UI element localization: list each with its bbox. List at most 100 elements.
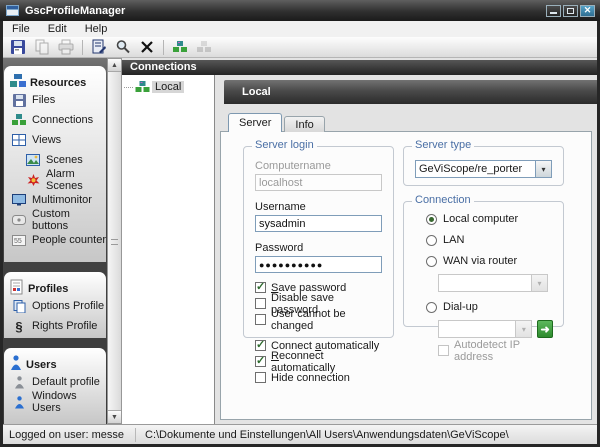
sidebar-item-alarm-scenes[interactable]: Alarm Scenes [4,170,106,190]
sidebar-item-label: Windows Users [32,390,106,414]
radio-button[interactable] [426,214,437,225]
username-field[interactable] [255,215,382,232]
search-icon [115,39,131,55]
wan-router-value [439,275,531,291]
sidebar-item-windows-users[interactable]: Windows Users [4,392,106,412]
checkbox-box[interactable] [255,314,266,325]
server-type-dropdown[interactable]: GeViScope/re_porter [415,160,552,178]
detail-panel: Local Server Info Server login Computern… [216,75,597,424]
password-label: Password [255,242,382,254]
computername-label: Computername [255,160,382,172]
sidebar-item-label: Multimonitor [32,194,92,206]
radio-dial-up[interactable]: Dial-up [426,301,553,313]
profiles-section-header[interactable]: Profiles [4,272,106,296]
checkbox-box[interactable] [255,340,266,351]
toolbar-separator [163,40,164,55]
options-profile-icon [11,299,27,313]
sidebar-item-default-profile[interactable]: Default profile [4,372,106,392]
menu-edit[interactable]: Edit [39,21,76,37]
search-button[interactable] [111,38,135,57]
sidebar-item-people-counter[interactable]: 55 People counter [4,230,106,250]
wan-router-dropdown[interactable] [438,274,548,292]
radio-wan-via-router[interactable]: WAN via router [426,255,553,267]
copy-button[interactable] [30,38,54,57]
sidebar-item-label: People counter [32,234,106,246]
dial-up-value [439,321,515,337]
tree-item-local[interactable]: Local [122,81,214,93]
computername-field[interactable] [255,174,382,191]
people-counter-icon: 55 [11,233,27,247]
connect-button[interactable] [168,38,192,57]
connection-node-icon [135,81,150,93]
radio-local-computer[interactable]: Local computer [426,213,553,225]
radio-button[interactable] [426,256,437,267]
print-button[interactable] [54,38,78,57]
maximize-button[interactable] [563,5,578,17]
go-arrow-button[interactable] [537,320,553,338]
checkbox-box[interactable] [255,372,266,383]
save-button[interactable] [6,38,30,57]
server-tab-content: Server login Computername Username Passw… [220,131,592,420]
username-label: Username [255,201,382,213]
dial-up-dropdown[interactable] [438,320,532,338]
print-icon [58,39,74,55]
checkbox-box[interactable] [438,345,449,356]
password-field[interactable] [255,256,382,273]
server-type-value: GeViScope/re_porter [416,161,535,177]
checkbox-box[interactable] [255,356,266,367]
sidebar-item-label: Scenes [46,154,83,166]
checkbox-label: Autodetect IP address [454,339,553,363]
group-title: Server login [252,139,317,151]
section-title: Resources [30,77,86,89]
sidebar-item-connections[interactable]: Connections [4,110,106,130]
scroll-up-icon[interactable] [108,59,121,72]
checkbox-box[interactable] [255,282,266,293]
sidebar-section-users: Users Default profile Windows Users [4,348,106,424]
sidebar-item-multimonitor[interactable]: Multimonitor [4,190,106,210]
sidebar-item-views[interactable]: Views [4,130,106,150]
tree-item-label[interactable]: Local [152,81,184,93]
sidebar-item-files[interactable]: Files [4,90,106,110]
minimize-button[interactable] [546,5,561,17]
scroll-down-icon[interactable] [108,410,121,423]
resources-section-header[interactable]: Resources [4,66,106,90]
detail-header: Local [224,80,597,104]
users-section-header[interactable]: Users [4,348,106,372]
title-bar: GscProfileManager [0,0,600,21]
reconnect-automatically-checkbox[interactable]: Reconnect automatically [255,355,382,368]
menu-help[interactable]: Help [76,21,117,37]
radio-button[interactable] [426,235,437,246]
tab-info[interactable]: Info [284,116,324,132]
disconnect-icon [196,39,212,55]
disconnect-button[interactable] [192,38,216,57]
chevron-down-icon[interactable] [535,161,551,177]
rights-profile-icon: § [11,319,27,333]
user-cannot-be-changed-checkbox[interactable]: User cannot be changed [255,313,382,326]
menu-file[interactable]: File [3,21,39,37]
chevron-down-icon [515,321,531,337]
edit-button[interactable] [87,38,111,57]
main-content: Connections Local Local Server Info Serv… [122,58,597,424]
server-type-group: Server type GeViScope/re_porter [403,146,564,186]
alarm-scenes-icon [25,173,41,187]
sidebar-item-custom-buttons[interactable]: Custom buttons [4,210,106,230]
radio-button[interactable] [426,302,437,313]
sidebar-scrollbar[interactable] [107,58,122,424]
autodetect-ip-checkbox[interactable]: Autodetect IP address [438,344,553,357]
chevron-down-icon [531,275,547,291]
radio-lan[interactable]: LAN [426,234,553,246]
radio-label: LAN [443,234,464,246]
sidebar-item-label: Views [32,134,61,146]
menu-bar: File Edit Help [3,21,597,37]
checkbox-box[interactable] [255,298,266,309]
views-icon [11,133,27,147]
application-window: GscProfileManager File Edit Help [0,0,600,447]
sidebar-item-options-profile[interactable]: Options Profile [4,296,106,316]
tab-server[interactable]: Server [228,113,282,132]
sidebar-item-scenes[interactable]: Scenes [4,150,106,170]
sidebar-item-rights-profile[interactable]: § Rights Profile [4,316,106,336]
delete-button[interactable] [135,38,159,57]
close-button[interactable] [580,5,595,17]
scrollbar-thumb[interactable] [108,72,121,410]
connections-tree: Local [122,75,215,424]
